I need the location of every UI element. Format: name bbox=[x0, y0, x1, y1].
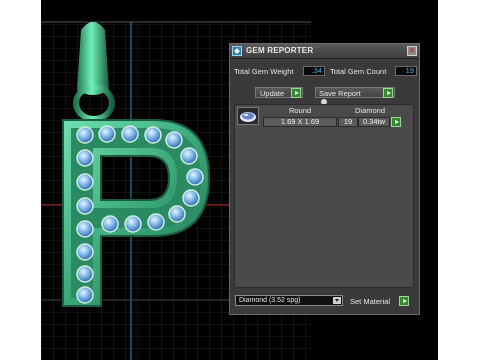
row-select-button[interactable] bbox=[391, 117, 401, 127]
gem-reporter-logo-icon bbox=[232, 46, 242, 56]
table-cell-size: 1.69 X 1.69 bbox=[263, 117, 337, 127]
total-gem-weight-value: .34 bbox=[303, 66, 325, 76]
gem-reporter-panel: GEM REPORTER × Total Gem Weight .34 Tota… bbox=[229, 43, 420, 315]
total-gem-weight-label: Total Gem Weight bbox=[234, 67, 294, 76]
close-icon[interactable]: × bbox=[407, 46, 417, 56]
gem-report-table: Round Diamond 1.69 X 1.69 19 0.34tw bbox=[234, 104, 414, 288]
panel-titlebar[interactable]: GEM REPORTER × bbox=[230, 44, 419, 59]
table-cell-weight: 0.34tw bbox=[358, 117, 390, 127]
table-cell-count: 19 bbox=[338, 117, 358, 127]
save-report-label: Save Report bbox=[319, 89, 361, 98]
save-report-button[interactable]: Save Report bbox=[315, 87, 395, 98]
panel-title: GEM REPORTER bbox=[246, 46, 314, 55]
chevron-down-icon bbox=[333, 297, 341, 304]
round-gem-icon bbox=[237, 107, 259, 125]
column-header-material: Diamond bbox=[354, 106, 385, 115]
green-play-icon bbox=[291, 88, 301, 98]
set-material-label: Set Material bbox=[350, 297, 391, 306]
material-select-value: Diamond (3.52 spg) bbox=[239, 297, 301, 304]
column-header-shape: Round bbox=[288, 106, 312, 115]
total-gem-count-label: Total Gem Count bbox=[330, 67, 387, 76]
material-select[interactable]: Diamond (3.52 spg) bbox=[235, 295, 343, 306]
set-material-button[interactable] bbox=[399, 296, 409, 306]
update-label: Update bbox=[260, 89, 285, 98]
green-play-icon bbox=[383, 88, 393, 98]
update-button[interactable]: Update bbox=[255, 87, 303, 98]
total-gem-count-value: 19 bbox=[395, 66, 417, 76]
